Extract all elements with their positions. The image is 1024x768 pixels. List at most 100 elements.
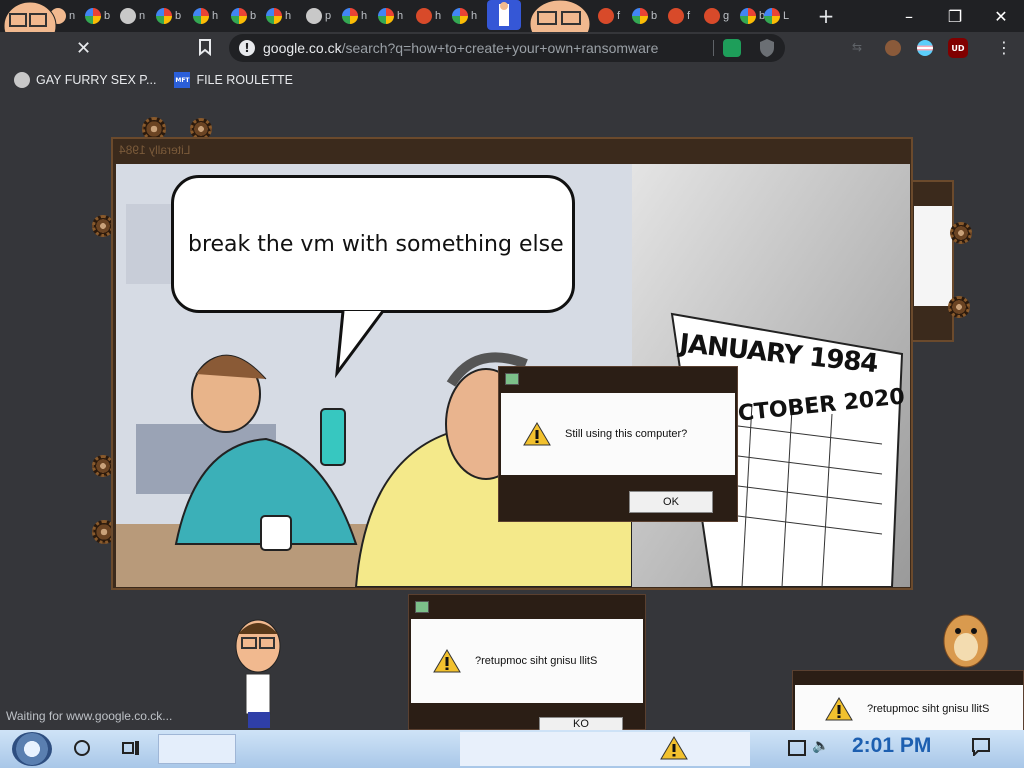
tab-14[interactable]: b xyxy=(628,4,662,28)
ok-button[interactable]: OK xyxy=(629,491,713,513)
ublock-icon[interactable]: UD xyxy=(948,38,968,58)
tab-3[interactable]: n xyxy=(116,4,150,28)
bookmark-label: FILE ROULETTE xyxy=(196,73,293,87)
shield-icon[interactable] xyxy=(759,38,775,58)
tab-label: h xyxy=(361,10,368,22)
start-button[interactable] xyxy=(12,732,52,766)
tab-2[interactable]: b xyxy=(81,4,115,28)
bookmark-item-1[interactable]: GAY FURRY SEX P... xyxy=(14,72,156,88)
site-favicon-icon xyxy=(598,8,614,24)
task-view-icon[interactable] xyxy=(122,739,140,757)
tab-9[interactable]: h xyxy=(338,4,372,28)
still-using-dialog[interactable]: Still using this computer? OK xyxy=(498,366,738,522)
tab-5[interactable]: h xyxy=(189,4,223,28)
tab-label: h xyxy=(285,10,292,22)
status-bubble: Waiting for www.google.co.ck... xyxy=(0,707,179,729)
google-icon xyxy=(156,8,172,24)
bookmark-icon[interactable] xyxy=(198,38,214,58)
dialog-body: ?retupmoc siht gnisu llitS xyxy=(411,619,643,703)
comic-window[interactable]: Literally 1984 break the vm with somethi… xyxy=(111,137,913,590)
window-controls: – ❐ ✕ xyxy=(886,0,1024,32)
tab-10[interactable]: h xyxy=(374,4,408,28)
google-icon xyxy=(342,8,358,24)
reversed-dialog[interactable]: ?retupmoc siht gnisu llitS KO xyxy=(408,594,646,731)
dialog-message: ?retupmoc siht gnisu llitS xyxy=(867,703,990,715)
profile-avatar[interactable] xyxy=(885,40,901,56)
close-window-button[interactable]: ✕ xyxy=(978,0,1024,32)
clock[interactable]: 2:01 PM xyxy=(852,734,931,758)
gear-icon xyxy=(950,222,972,244)
background-window-right[interactable] xyxy=(908,180,954,342)
cartoon-man-sticker xyxy=(230,612,286,730)
tab-4[interactable]: b xyxy=(152,4,186,28)
dialog-body: ?retupmoc siht gnisu llitS xyxy=(795,685,1023,733)
google-icon xyxy=(231,8,247,24)
extension-icon-1[interactable]: ⇆ xyxy=(852,40,868,56)
window-title: Literally 1984 xyxy=(119,143,191,157)
stop-loading-icon[interactable]: ✕ xyxy=(76,38,96,59)
google-icon xyxy=(632,8,648,24)
speech-bubble: break the vm with something else xyxy=(171,175,575,313)
dialog-message: Still using this computer? xyxy=(565,428,688,440)
tab-16[interactable]: g xyxy=(700,4,734,28)
url-text[interactable]: google.co.ck/search?q=how+to+create+your… xyxy=(263,40,703,56)
speech-tail xyxy=(334,310,385,379)
tab-label: L xyxy=(783,10,790,22)
site-info-icon[interactable]: ! xyxy=(239,40,255,56)
globe-icon xyxy=(306,8,322,24)
network-icon[interactable] xyxy=(788,740,806,756)
dialog-app-icon xyxy=(505,373,519,385)
tab-label: b xyxy=(651,10,658,22)
browser-toolbar: ✕ ! google.co.ck/search?q=how+to+create+… xyxy=(0,32,1024,66)
notification-icon[interactable] xyxy=(972,738,990,758)
taskbar: 🔈 2:01 PM xyxy=(0,730,1024,768)
omnibox[interactable]: ! google.co.ck/search?q=how+to+create+yo… xyxy=(229,34,785,62)
tab-label: b xyxy=(175,10,182,22)
site-favicon-icon xyxy=(416,8,432,24)
tab-label: b xyxy=(104,10,111,22)
tab-12[interactable]: h xyxy=(448,4,482,28)
minimize-button[interactable]: – xyxy=(886,0,932,32)
taskbar-app-1[interactable] xyxy=(158,734,236,764)
tab-label: b xyxy=(250,10,257,22)
tab-6[interactable]: b xyxy=(227,4,261,28)
search-icon[interactable] xyxy=(74,740,90,756)
bookmarks-bar: GAY FURRY SEX P... MFT FILE ROULETTE xyxy=(0,66,1024,94)
warning-icon xyxy=(433,649,461,673)
google-icon xyxy=(85,8,101,24)
gear-icon xyxy=(948,296,970,318)
omnibox-divider xyxy=(713,40,714,56)
tab-15[interactable]: f xyxy=(664,4,698,28)
bookmark-item-2[interactable]: MFT FILE ROULETTE xyxy=(174,72,293,88)
dialog-body: Still using this computer? xyxy=(501,393,735,475)
tab-label: n xyxy=(69,10,76,22)
site-favicon-icon xyxy=(704,8,720,24)
google-icon xyxy=(740,8,756,24)
tab-label: n xyxy=(139,10,146,22)
tab-11[interactable]: h xyxy=(412,4,446,28)
dialog-app-icon xyxy=(415,601,429,613)
corner-dialog[interactable]: ?retupmoc siht gnisu llitS xyxy=(792,670,1024,733)
globe-icon xyxy=(120,8,136,24)
flag-extension-icon[interactable] xyxy=(917,40,933,56)
menu-kebab-icon[interactable]: ⋮ xyxy=(996,38,1012,58)
new-tab-button[interactable]: + xyxy=(814,4,838,28)
mini-figure-icon xyxy=(487,0,521,30)
warning-taskbar-icon[interactable] xyxy=(660,736,688,760)
tab-8[interactable]: p xyxy=(302,4,336,28)
tab-7[interactable]: h xyxy=(262,4,296,28)
volume-icon[interactable]: 🔈 xyxy=(812,738,830,756)
ko-button[interactable]: KO xyxy=(539,717,623,731)
taskbar-app-group[interactable] xyxy=(460,732,750,766)
restore-button[interactable]: ❐ xyxy=(932,0,978,32)
tab-18[interactable]: L xyxy=(760,4,794,28)
speech-text: break the vm with something else xyxy=(188,231,564,257)
bookmark-label: GAY FURRY SEX P... xyxy=(36,73,157,87)
window-body xyxy=(914,206,952,306)
tab-label: h xyxy=(471,10,478,22)
tab-strip: nbnbhbhphhhhfbfgbL + – ❐ ✕ xyxy=(0,0,1024,51)
extension-green-icon[interactable] xyxy=(723,39,741,57)
google-icon xyxy=(193,8,209,24)
warning-icon xyxy=(825,697,853,721)
google-icon xyxy=(378,8,394,24)
